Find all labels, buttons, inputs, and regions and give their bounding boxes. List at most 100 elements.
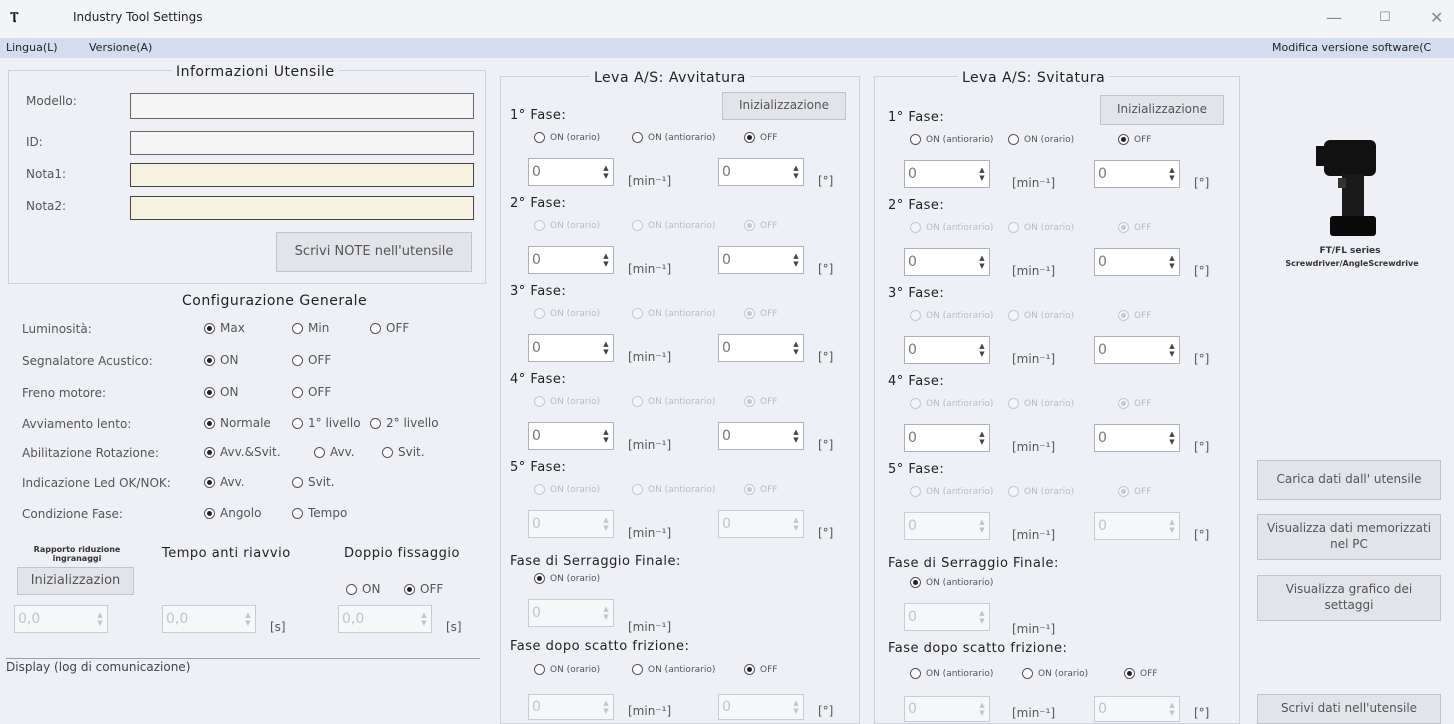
motor-brake-on-radio[interactable]: ON <box>204 385 238 399</box>
screw-in-phase-4-speed-input[interactable]: 0 ▲ ▼ <box>528 422 614 450</box>
note1-field[interactable] <box>130 163 474 187</box>
screw-out-phase-4-opt2-radio[interactable]: ON (orario) <box>1008 398 1074 409</box>
screw-out-after-clutch-ccw-radio[interactable]: ON (antiorario) <box>910 668 993 679</box>
screw-out-phase-4-speed-input[interactable]: 0 ▲ ▼ <box>904 424 990 452</box>
double-fix-spinner[interactable]: 0,0 ▲ ▼ <box>338 605 432 633</box>
screw-out-after-speed[interactable]: 0 ▲ ▼ <box>904 696 990 722</box>
screw-out-after-clutch-cw-radio[interactable]: ON (orario) <box>1022 668 1088 679</box>
screw-out-phase-1-speed-input[interactable]: 0 ▲ ▼ <box>904 160 990 188</box>
screw-out-phase-3-speed-input[interactable]: 0 ▲ ▼ <box>904 336 990 364</box>
screw-out-phase-2-off-radio[interactable]: OFF <box>1118 222 1151 233</box>
screw-in-after-speed[interactable]: 0 ▲ ▼ <box>528 694 614 720</box>
brightness-min-radio[interactable]: Min <box>292 321 329 335</box>
screw-out-phase-2-speed-input[interactable]: 0 ▲ ▼ <box>904 248 990 276</box>
screw-in-after-clutch-off-radio[interactable]: OFF <box>744 664 777 675</box>
rotation-both-radio[interactable]: Avv.&Svit. <box>204 445 281 459</box>
screw-out-after-angle[interactable]: 0 ▲ ▼ <box>1094 696 1180 722</box>
screw-in-phase-1-opt1-radio[interactable]: ON (orario) <box>534 132 600 143</box>
screw-out-phase-3-angle-input[interactable]: 0 ▲ ▼ <box>1094 336 1180 364</box>
screw-in-phase-4-off-radio[interactable]: OFF <box>744 396 777 407</box>
screw-out-phase-5-opt1-radio[interactable]: ON (antiorario) <box>910 486 993 497</box>
phase-condition-angle-radio[interactable]: Angolo <box>204 506 261 520</box>
screw-in-phase-2-off-radio[interactable]: OFF <box>744 220 777 231</box>
motor-brake-off-radio[interactable]: OFF <box>292 385 331 399</box>
screw-in-phase-3-angle-input[interactable]: 0 ▲ ▼ <box>718 334 804 362</box>
screw-out-phase-5-speed-input[interactable]: 0 ▲ ▼ <box>904 512 990 540</box>
screw-out-phase-5-angle-input[interactable]: 0 ▲ ▼ <box>1094 512 1180 540</box>
screw-in-final-radio[interactable]: ON (orario) <box>534 573 600 584</box>
screw-out-phase-4-angle-input[interactable]: 0 ▲ ▼ <box>1094 424 1180 452</box>
view-graph-button[interactable]: Visualizza grafico dei settaggi <box>1257 575 1441 621</box>
brightness-off-radio[interactable]: OFF <box>370 321 409 335</box>
id-field[interactable] <box>130 131 474 155</box>
phase-condition-time-radio[interactable]: Tempo <box>292 506 347 520</box>
screw-out-phase-2-opt1-radio[interactable]: ON (antiorario) <box>910 222 993 233</box>
screw-in-phase-2-opt2-radio[interactable]: ON (antiorario) <box>632 220 715 231</box>
maximize-button[interactable]: ☐ <box>1379 10 1391 25</box>
screw-in-phase-5-speed-input[interactable]: 0 ▲ ▼ <box>528 510 614 538</box>
double-fix-on-radio[interactable]: ON <box>346 582 380 596</box>
screw-in-phase-1-speed-input[interactable]: 0 ▲ ▼ <box>528 158 614 186</box>
menu-version[interactable]: Versione(A) <box>89 41 152 54</box>
screw-out-phase-5-opt2-radio[interactable]: ON (orario) <box>1008 486 1074 497</box>
soft-start-level2-radio[interactable]: 2° livello <box>370 416 439 430</box>
screw-in-phase-3-off-radio[interactable]: OFF <box>744 308 777 319</box>
screw-out-phase-1-off-radio[interactable]: OFF <box>1118 134 1151 145</box>
menu-modify-software[interactable]: Modifica versione software(C <box>1272 41 1431 54</box>
view-pc-data-button[interactable]: Visualizza dati memorizzati nel PC <box>1257 514 1441 560</box>
screw-in-phase-4-opt2-radio[interactable]: ON (antiorario) <box>632 396 715 407</box>
rotation-screw-in-radio[interactable]: Avv. <box>314 445 355 459</box>
screw-in-after-angle[interactable]: 0 ▲ ▼ <box>718 694 804 720</box>
screw-in-phase-3-speed-input[interactable]: 0 ▲ ▼ <box>528 334 614 362</box>
double-fix-off-radio[interactable]: OFF <box>404 582 443 596</box>
screw-in-phase-3-opt1-radio[interactable]: ON (orario) <box>534 308 600 319</box>
close-button[interactable]: ✕ <box>1430 8 1443 27</box>
screw-out-phase-1-opt2-radio[interactable]: ON (orario) <box>1008 134 1074 145</box>
write-to-tool-button[interactable]: Scrivi dati nell'utensile <box>1257 694 1441 724</box>
soft-start-level1-radio[interactable]: 1° livello <box>292 416 361 430</box>
screw-in-phase-5-opt2-radio[interactable]: ON (antiorario) <box>632 484 715 495</box>
rotation-screw-out-radio[interactable]: Svit. <box>382 445 425 459</box>
model-field[interactable] <box>130 93 474 119</box>
anti-restart-spinner[interactable]: 0,0 ▲ ▼ <box>162 605 256 633</box>
screw-in-phase-2-angle-input[interactable]: 0 ▲ ▼ <box>718 246 804 274</box>
load-from-tool-button[interactable]: Carica dati dall' utensile <box>1257 460 1441 500</box>
screw-in-phase-2-opt1-radio[interactable]: ON (orario) <box>534 220 600 231</box>
led-screw-out-radio[interactable]: Svit. <box>292 475 335 489</box>
screw-in-phase-2-speed-input[interactable]: 0 ▲ ▼ <box>528 246 614 274</box>
screw-in-phase-4-angle-input[interactable]: 0 ▲ ▼ <box>718 422 804 450</box>
screw-out-phase-3-off-radio[interactable]: OFF <box>1118 310 1151 321</box>
screw-in-phase-1-off-radio[interactable]: OFF <box>744 132 777 143</box>
write-notes-button[interactable]: Scrivi NOTE nell'utensile <box>276 232 472 272</box>
screw-out-phase-2-angle-input[interactable]: 0 ▲ ▼ <box>1094 248 1180 276</box>
screw-in-after-clutch-cw-radio[interactable]: ON (orario) <box>534 664 600 675</box>
buzzer-off-radio[interactable]: OFF <box>292 353 331 367</box>
screw-out-final-speed[interactable]: 0 ▲ ▼ <box>904 603 990 631</box>
led-screw-in-radio[interactable]: Avv. <box>204 475 245 489</box>
gear-ratio-spinner[interactable]: 0,0 ▲ ▼ <box>14 605 108 633</box>
screw-out-phase-2-opt2-radio[interactable]: ON (orario) <box>1008 222 1074 233</box>
note2-field[interactable] <box>130 196 474 220</box>
screw-in-final-speed[interactable]: 0 ▲ ▼ <box>528 599 614 627</box>
screw-out-phase-4-off-radio[interactable]: OFF <box>1118 398 1151 409</box>
screw-out-phase-1-angle-input[interactable]: 0 ▲ ▼ <box>1094 160 1180 188</box>
brightness-max-radio[interactable]: Max <box>204 321 245 335</box>
buzzer-on-radio[interactable]: ON <box>204 353 238 367</box>
screw-out-phase-5-off-radio[interactable]: OFF <box>1118 486 1151 497</box>
screw-out-phase-4-opt1-radio[interactable]: ON (antiorario) <box>910 398 993 409</box>
screw-out-final-radio[interactable]: ON (antiorario) <box>910 577 993 588</box>
screw-in-init-button[interactable]: Inizializzazione <box>722 92 846 120</box>
gear-init-button[interactable]: Inizializzazion <box>17 567 134 595</box>
screw-out-phase-3-opt2-radio[interactable]: ON (orario) <box>1008 310 1074 321</box>
screw-in-phase-3-opt2-radio[interactable]: ON (antiorario) <box>632 308 715 319</box>
screw-out-after-clutch-off-radio[interactable]: OFF <box>1124 668 1157 679</box>
screw-in-phase-1-opt2-radio[interactable]: ON (antiorario) <box>632 132 715 143</box>
screw-in-phase-4-opt1-radio[interactable]: ON (orario) <box>534 396 600 407</box>
screw-in-phase-5-angle-input[interactable]: 0 ▲ ▼ <box>718 510 804 538</box>
screw-in-after-clutch-ccw-radio[interactable]: ON (antiorario) <box>632 664 715 675</box>
screw-in-phase-5-off-radio[interactable]: OFF <box>744 484 777 495</box>
screw-out-init-button[interactable]: Inizializzazione <box>1100 95 1224 125</box>
screw-in-phase-1-angle-input[interactable]: 0 ▲ ▼ <box>718 158 804 186</box>
screw-in-phase-5-opt1-radio[interactable]: ON (orario) <box>534 484 600 495</box>
screw-out-phase-3-opt1-radio[interactable]: ON (antiorario) <box>910 310 993 321</box>
